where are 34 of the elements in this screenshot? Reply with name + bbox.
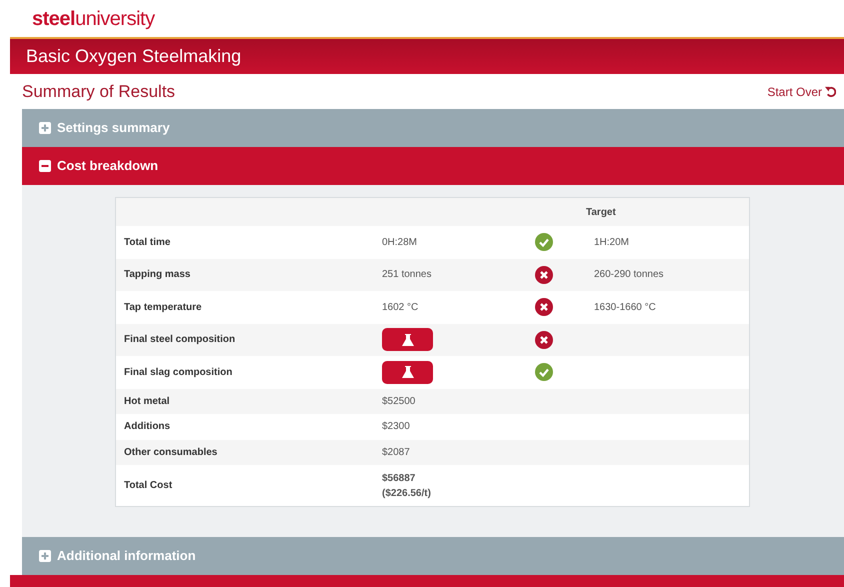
start-over-link[interactable]: Start Over [767, 82, 836, 100]
row-label: Additions [124, 420, 172, 434]
row-value: 251 tonnes [382, 268, 432, 282]
section-header[interactable]: Cost breakdown [22, 147, 844, 185]
row-label: Final slag composition [124, 366, 234, 380]
column-header: Target [586, 206, 616, 220]
row-value: $52500 [382, 394, 416, 409]
row-label: Tap temperature [124, 300, 203, 315]
flask-icon [400, 332, 414, 347]
row-label: Final steel composition [124, 333, 236, 348]
row-label: Total Cost [124, 479, 174, 493]
row-value: $2300 [382, 420, 411, 434]
composition-button[interactable] [382, 328, 433, 352]
row-value: 0H:28M [382, 236, 418, 250]
expand-icon [39, 550, 51, 562]
expand-icon [39, 122, 51, 134]
row-label: Hot metal [124, 394, 171, 409]
row-value: 1602 °C [382, 300, 420, 315]
logo: steeluniversity [32, 6, 155, 32]
row-value: $2087 [382, 446, 411, 460]
composition-button[interactable] [382, 360, 433, 384]
undo-icon [825, 86, 836, 97]
collapse-icon [39, 160, 51, 172]
row-value: $56887 [382, 472, 416, 486]
row-label: Other consumables [124, 446, 218, 460]
flask-icon [400, 365, 414, 380]
page-title: Summary of Results [22, 80, 176, 103]
app-header: Basic Oxygen Steelmaking [10, 37, 844, 74]
row-label: Tapping mass [124, 268, 192, 282]
target-value: 1H:20M [594, 236, 630, 250]
row-value: ($226.56/t) [382, 486, 432, 500]
row-label: Total time [124, 236, 172, 250]
target-value: 260-290 tonnes [594, 268, 664, 282]
target-value: 1630-1660 °C [594, 300, 656, 315]
